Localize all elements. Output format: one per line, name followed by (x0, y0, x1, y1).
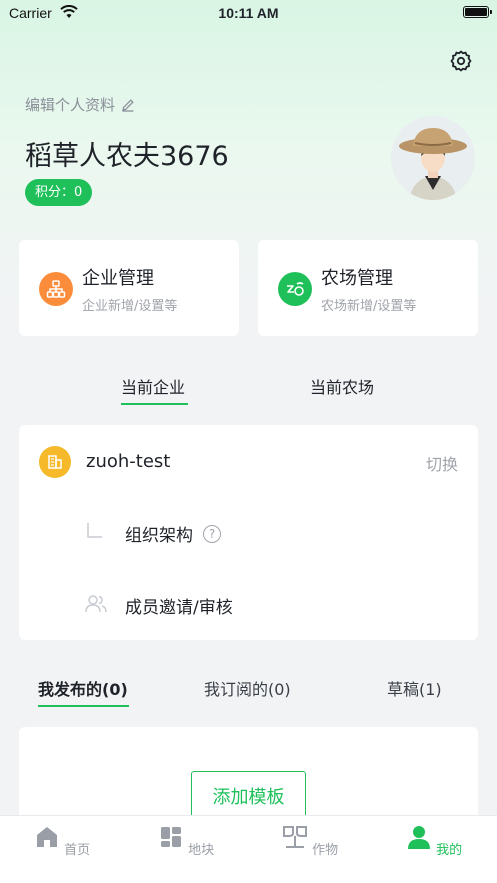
tabbar-label: 地块 (188, 843, 215, 858)
company-name: zuoh-test (86, 451, 171, 472)
enterprise-management-subtitle: 企业新增/设置等 (82, 299, 178, 314)
home-icon (36, 827, 57, 847)
bottom-tab-bar: 首页 地块 作物 我的 (0, 815, 497, 883)
avatar[interactable] (391, 116, 475, 200)
org-structure-label: 组织架构 (125, 526, 193, 546)
tree-branch-icon (87, 523, 102, 538)
members-icon (85, 595, 107, 613)
farm-management-card[interactable]: 农场管理 农场新增/设置等 (258, 240, 478, 336)
status-bar: Carrier 10:11 AM (0, 0, 497, 26)
publish-tab-indicator (38, 705, 129, 707)
points-badge[interactable]: 积分：0 (25, 179, 93, 206)
tab-current-farm[interactable]: 当前农场 (310, 374, 374, 398)
farm-management-title: 农场管理 (321, 268, 393, 289)
help-icon[interactable]: ? (203, 524, 221, 543)
clock: 10:11 AM (218, 5, 279, 21)
company-building-icon (39, 446, 71, 478)
user-icon (407, 826, 430, 849)
battery-icon (463, 6, 492, 18)
tabbar-label: 首页 (64, 843, 91, 858)
tabbar-label: 我的 (436, 843, 463, 858)
org-structure-row[interactable]: 组织架构 ? (125, 521, 221, 546)
org-chart-icon (39, 272, 73, 306)
gear-icon[interactable] (449, 49, 473, 73)
farm-icon (278, 272, 312, 306)
pencil-icon (122, 98, 134, 112)
tabbar-item-mine[interactable]: 我的 (394, 824, 474, 858)
tab-active-indicator (121, 403, 188, 405)
add-template-button[interactable]: 添加模板 (191, 771, 306, 821)
farm-management-subtitle: 农场新增/设置等 (321, 299, 417, 314)
edit-profile-label: 编辑个人资料 (25, 96, 116, 114)
crop-icon (282, 826, 307, 848)
company-card: zuoh-test 切换 组织架构 ? 成员邀请/审核 (19, 425, 478, 640)
member-invite-row[interactable]: 成员邀请/审核 (125, 593, 233, 618)
username: 稻草人农夫3676 (25, 141, 229, 172)
enterprise-management-title: 企业管理 (82, 268, 154, 289)
header-background (0, 0, 497, 420)
tab-drafts[interactable]: 草稿(1) (387, 676, 442, 700)
tab-current-enterprise[interactable]: 当前企业 (121, 374, 185, 398)
edit-profile-link[interactable]: 编辑个人资料 (25, 94, 135, 115)
tab-my-subscribed[interactable]: 我订阅的(0) (204, 676, 291, 700)
farmer-avatar-image (391, 116, 475, 200)
switch-company-button[interactable]: 切换 (426, 451, 458, 475)
tabbar-item-land[interactable]: 地块 (146, 824, 226, 858)
land-plot-icon (160, 827, 181, 847)
member-invite-label: 成员邀请/审核 (125, 598, 233, 618)
tabbar-item-home[interactable]: 首页 (22, 824, 102, 858)
tabbar-label: 作物 (312, 843, 339, 858)
enterprise-management-card[interactable]: 企业管理 企业新增/设置等 (19, 240, 239, 336)
tabbar-item-crop[interactable]: 作物 (270, 824, 350, 858)
tab-my-published[interactable]: 我发布的(0) (38, 676, 128, 700)
